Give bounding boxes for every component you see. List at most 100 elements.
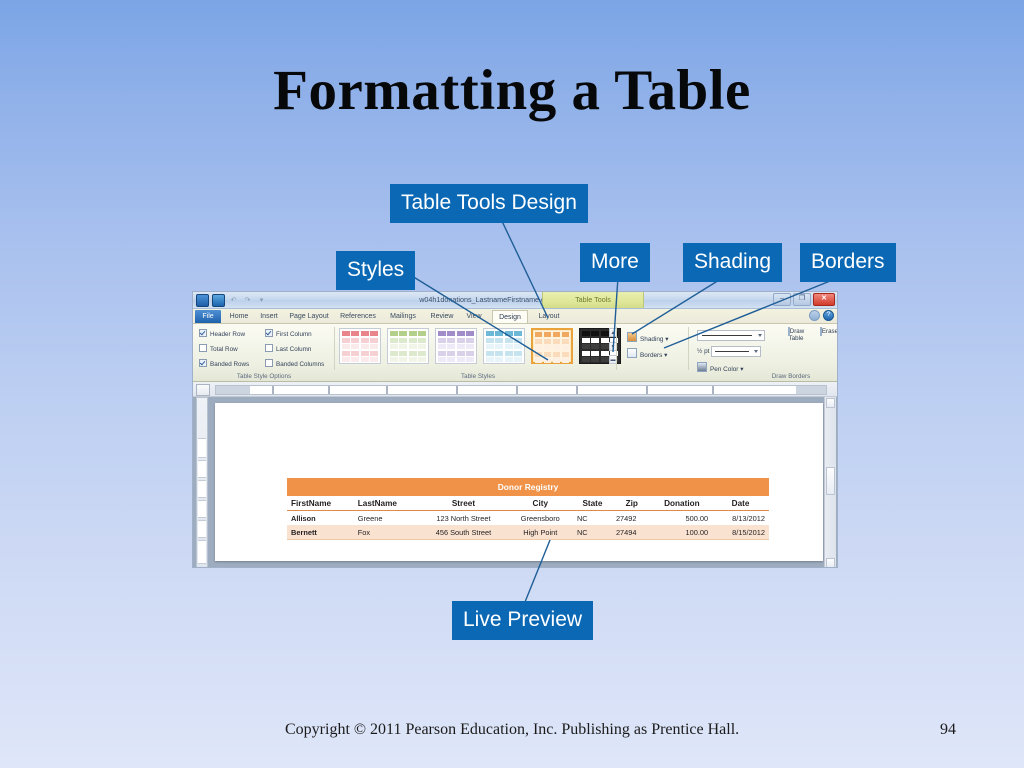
- checkbox-label: First Column: [276, 331, 312, 338]
- table-row[interactable]: Allison Greene 123 North Street Greensbo…: [287, 511, 769, 526]
- cell-date: 8/13/2012: [732, 513, 765, 523]
- table-caption: Donor Registry: [287, 478, 769, 496]
- table-style-thumb-orange-selected[interactable]: [531, 328, 573, 364]
- line-weight-combo[interactable]: [711, 346, 762, 357]
- group-label-draw-borders: Draw Borders: [771, 373, 811, 380]
- checkbox-first-column[interactable]: First Column: [265, 329, 312, 338]
- tab-stop-selector[interactable]: [196, 384, 210, 396]
- group-divider: [688, 327, 689, 370]
- draw-table-button[interactable]: Draw Table: [781, 327, 811, 342]
- table-style-thumb-green[interactable]: [387, 328, 429, 364]
- pen-color-button[interactable]: Pen Color ▾: [697, 362, 743, 373]
- header-date: Date: [712, 496, 769, 511]
- eraser-icon: [819, 327, 822, 336]
- callout-shading[interactable]: Shading: [683, 243, 783, 282]
- table-caption-row: Donor Registry: [287, 478, 769, 496]
- shading-icon: [627, 332, 637, 342]
- header-state: State: [572, 496, 612, 511]
- draw-table-icon: [787, 327, 790, 336]
- callout-borders[interactable]: Borders: [800, 243, 896, 282]
- document-area[interactable]: Donor Registry FirstName LastName Street…: [193, 397, 837, 567]
- table-style-thumb-red[interactable]: [339, 328, 381, 364]
- tab-design[interactable]: Design: [492, 310, 528, 323]
- cell-city: High Point: [507, 525, 573, 540]
- scroll-thumb[interactable]: [826, 467, 835, 495]
- callout-table-tools-design[interactable]: Table Tools Design: [390, 184, 588, 223]
- tab-references[interactable]: References: [335, 310, 381, 323]
- checkbox-total-row[interactable]: Total Row: [199, 344, 238, 353]
- pen-color-label: Pen Color: [710, 366, 739, 373]
- eraser-button[interactable]: Eraser: [815, 327, 838, 336]
- ruler-bar[interactable]: [215, 385, 827, 395]
- checkbox-header-row[interactable]: Header Row: [199, 329, 245, 338]
- table-style-thumb-purple[interactable]: [435, 328, 477, 364]
- minimize-ribbon-icon[interactable]: [809, 310, 820, 321]
- tab-insert[interactable]: Insert: [255, 310, 283, 323]
- group-divider: [616, 327, 617, 370]
- header-firstname: FirstName: [287, 496, 354, 511]
- scroll-up-button[interactable]: [826, 398, 835, 408]
- table-styles-gallery[interactable]: [339, 328, 621, 364]
- tab-review[interactable]: Review: [425, 310, 459, 323]
- cell-donation: 100.00: [651, 525, 713, 540]
- eraser-label: Eraser: [821, 328, 838, 335]
- group-draw-borders: ½ pt Pen Color ▾ Draw Table Eraser Draw …: [693, 324, 837, 381]
- borders-button[interactable]: Borders ▾: [627, 348, 667, 359]
- close-button[interactable]: ✕: [813, 293, 835, 306]
- live-preview-table[interactable]: Donor Registry FirstName LastName Street…: [287, 478, 769, 540]
- line-weight-picker[interactable]: ½ pt: [697, 346, 762, 357]
- draw-table-label: Draw Table: [788, 328, 805, 342]
- checkbox-banded-rows[interactable]: Banded Rows: [199, 359, 249, 368]
- header-lastname: LastName: [353, 496, 420, 511]
- table-row[interactable]: Bernett Fox 456 South Street High Point …: [287, 525, 769, 540]
- ribbon[interactable]: Header Row First Column Total Row Last C…: [193, 324, 837, 382]
- tab-layout[interactable]: Layout: [532, 310, 566, 323]
- line-style-combo[interactable]: [697, 330, 765, 341]
- group-label-table-style-options: Table Style Options: [236, 373, 292, 380]
- tab-file[interactable]: File: [195, 310, 221, 323]
- tab-page-layout[interactable]: Page Layout: [285, 310, 333, 323]
- tab-view[interactable]: View: [461, 310, 487, 323]
- line-weight-value: ½ pt: [697, 348, 710, 355]
- callout-styles[interactable]: Styles: [336, 251, 416, 290]
- vertical-scrollbar[interactable]: [824, 397, 836, 567]
- scroll-down-button[interactable]: [826, 558, 835, 567]
- callout-live-preview[interactable]: Live Preview: [452, 601, 594, 640]
- borders-label: Borders: [640, 352, 663, 359]
- table-style-thumb-blue[interactable]: [483, 328, 525, 364]
- slide-number: 94: [940, 721, 956, 738]
- group-table-style-options: Header Row First Column Total Row Last C…: [193, 324, 335, 381]
- line-style-picker[interactable]: [697, 330, 765, 341]
- horizontal-ruler[interactable]: [193, 382, 837, 397]
- shading-button[interactable]: Shading ▾: [627, 332, 668, 343]
- header-city: City: [507, 496, 573, 511]
- checkbox-label: Total Row: [210, 346, 238, 353]
- minimize-button[interactable]: –: [773, 293, 791, 306]
- document-page[interactable]: Donor Registry FirstName LastName Street…: [215, 403, 823, 561]
- callout-more[interactable]: More: [580, 243, 650, 282]
- window-title: w04h1donations_LastnameFirstname.docx - …: [419, 295, 611, 304]
- window-controls[interactable]: – ❐ ✕: [773, 293, 835, 306]
- tab-mailings[interactable]: Mailings: [383, 310, 423, 323]
- table-header-row: FirstName LastName Street City State Zip…: [287, 496, 769, 511]
- word-title-bar: ↶ ↷ ▾ w04h1donations_LastnameFirstname.d…: [193, 292, 837, 309]
- checkbox-last-column[interactable]: Last Column: [265, 344, 311, 353]
- tab-home[interactable]: Home: [225, 310, 253, 323]
- page-title: Formatting a Table: [273, 59, 751, 122]
- cell-date: 8/15/2012: [712, 525, 769, 540]
- checkbox-label: Banded Rows: [210, 361, 250, 368]
- header-zip: Zip: [611, 496, 652, 511]
- ribbon-tab-strip[interactable]: File Home Insert Page Layout References …: [193, 309, 837, 324]
- word-window-screenshot: ↶ ↷ ▾ w04h1donations_LastnameFirstname.d…: [192, 291, 838, 568]
- group-divider: [334, 327, 335, 370]
- vertical-ruler[interactable]: [196, 397, 208, 567]
- checkbox-banded-columns[interactable]: Banded Columns: [265, 359, 324, 368]
- shading-label: Shading: [640, 336, 664, 343]
- cell-street: 456 South Street: [419, 525, 508, 540]
- cell-city: Greensboro: [520, 513, 560, 523]
- borders-icon: [627, 348, 637, 358]
- ribbon-help-controls[interactable]: ?: [809, 310, 834, 321]
- restore-button[interactable]: ❐: [793, 293, 811, 306]
- help-icon[interactable]: ?: [823, 310, 834, 321]
- checkbox-label: Banded Columns: [276, 361, 325, 368]
